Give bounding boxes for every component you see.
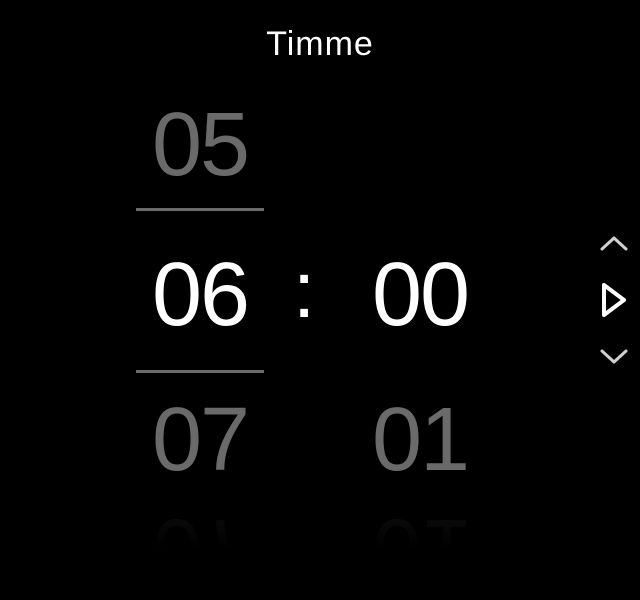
hour-next: 07 — [130, 395, 270, 485]
chevron-up-icon — [598, 233, 630, 253]
down-button[interactable] — [598, 347, 630, 367]
divider-top — [136, 208, 264, 211]
up-button[interactable] — [598, 233, 630, 253]
hour-prev: 05 — [130, 100, 270, 190]
hour-reflection: 07 — [130, 505, 270, 595]
hour-current: 06 — [130, 250, 270, 340]
time-separator: : — [293, 250, 315, 330]
nav-controls — [598, 233, 630, 367]
time-picker: 05 06 07 07 : 00 01 01 — [130, 95, 510, 575]
minute-next: 01 — [350, 395, 490, 485]
confirm-button[interactable] — [598, 281, 630, 319]
play-icon — [598, 281, 630, 319]
page-title: Timme — [266, 25, 374, 64]
minute-current: 00 — [350, 250, 490, 340]
minute-reflection: 01 — [350, 505, 490, 595]
chevron-down-icon — [598, 347, 630, 367]
divider-bottom — [136, 370, 264, 373]
